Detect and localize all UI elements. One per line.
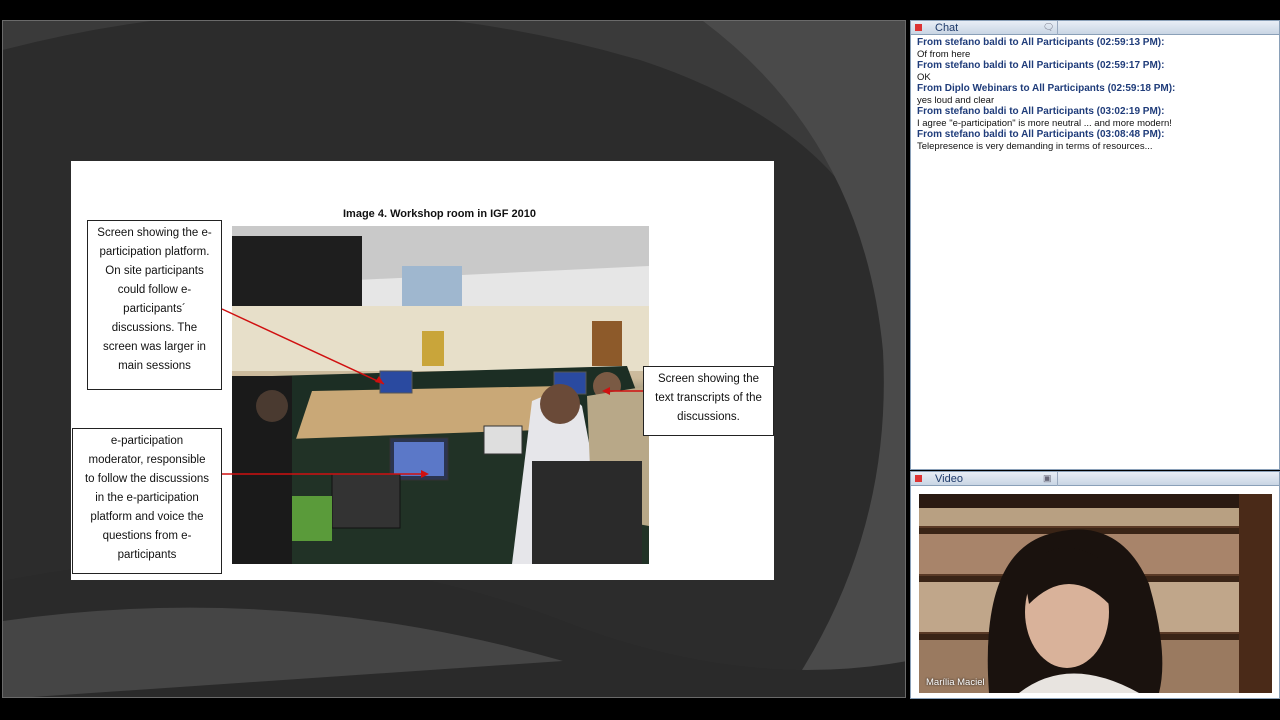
message-text: OK bbox=[917, 71, 931, 83]
header-divider bbox=[1057, 21, 1058, 35]
message-sender: From Diplo Webinars to All Participants … bbox=[917, 83, 1176, 94]
video-header[interactable]: Video ▣ bbox=[911, 472, 1279, 486]
participant-name: Marília Maciel bbox=[926, 677, 985, 688]
chat-header[interactable]: Chat 🗨 bbox=[911, 21, 1279, 35]
pod-options-icon[interactable] bbox=[915, 475, 922, 482]
header-divider bbox=[1057, 472, 1058, 486]
callout-line: platform and voice the bbox=[90, 511, 204, 523]
callout-line: to follow the discussions bbox=[84, 473, 209, 485]
callout-moderator: e-participation moderator, responsible t… bbox=[72, 428, 222, 574]
callout-line: e-participation bbox=[110, 435, 184, 447]
message-text: I agree "e-participation" is more neutra… bbox=[917, 117, 1172, 129]
presentation-stage: Image 4. Workshop room in IGF 2010 Scree… bbox=[2, 20, 906, 698]
callout-line: moderator, responsible bbox=[88, 454, 206, 466]
callout-line: screen was larger in bbox=[103, 341, 206, 353]
message-text: Of from here bbox=[917, 48, 971, 60]
camera-icon: ▣ bbox=[1043, 473, 1052, 483]
chat-bubble-icon: 🗨 bbox=[1043, 22, 1055, 32]
chat-messages[interactable]: From stefano baldi to All Participants (… bbox=[911, 35, 1279, 154]
workshop-room-photo bbox=[232, 226, 649, 564]
webcam-video[interactable]: Marília Maciel bbox=[919, 494, 1272, 693]
chat-title: Chat bbox=[935, 22, 959, 34]
chat-message: From stefano baldi to All Participants (… bbox=[917, 106, 1273, 129]
chat-message: From stefano baldi to All Participants (… bbox=[917, 60, 1273, 83]
callout-line: Screen showing the bbox=[657, 373, 759, 385]
callout-line: participation platform. bbox=[99, 246, 210, 258]
video-title: Video bbox=[935, 473, 963, 485]
callout-line: in the e-participation bbox=[95, 492, 199, 504]
workshop-photo-illustration bbox=[232, 226, 649, 564]
chat-message: From Diplo Webinars to All Participants … bbox=[917, 83, 1273, 106]
callout-line: discussions. The bbox=[111, 322, 198, 334]
callout-line: questions from e- bbox=[102, 530, 192, 542]
callout-line: On site participants bbox=[105, 265, 204, 277]
chat-message: From stefano baldi to All Participants (… bbox=[917, 129, 1273, 152]
callout-line: participants bbox=[117, 549, 177, 561]
slide: Image 4. Workshop room in IGF 2010 Scree… bbox=[71, 161, 774, 580]
callout-screen-platform: Screen showing the e- participation plat… bbox=[87, 220, 222, 390]
callout-line: Screen showing the e- bbox=[97, 227, 212, 239]
callout-line: main sessions bbox=[118, 360, 191, 372]
message-sender: From stefano baldi to All Participants (… bbox=[917, 106, 1165, 117]
slide-title: Image 4. Workshop room in IGF 2010 bbox=[343, 208, 536, 220]
message-text: Telepresence is very demanding in terms … bbox=[917, 140, 1153, 152]
callout-transcripts: Screen showing the text transcripts of t… bbox=[643, 366, 774, 436]
message-sender: From stefano baldi to All Participants (… bbox=[917, 37, 1165, 48]
chat-message: From stefano baldi to All Participants (… bbox=[917, 37, 1273, 60]
webcam-feed-illustration bbox=[919, 494, 1272, 693]
message-sender: From stefano baldi to All Participants (… bbox=[917, 60, 1165, 71]
message-sender: From stefano baldi to All Participants (… bbox=[917, 129, 1165, 140]
chat-pod: Chat 🗨 From stefano baldi to All Partici… bbox=[910, 20, 1280, 470]
callout-line: text transcripts of the bbox=[655, 392, 762, 404]
callout-line: could follow e- bbox=[117, 284, 192, 296]
video-pod: Video ▣ Marília Maciel bbox=[910, 471, 1280, 699]
callout-line: participants´ bbox=[123, 303, 186, 315]
message-text: yes loud and clear bbox=[917, 94, 995, 106]
callout-line: discussions. bbox=[677, 411, 740, 423]
pod-options-icon[interactable] bbox=[915, 24, 922, 31]
